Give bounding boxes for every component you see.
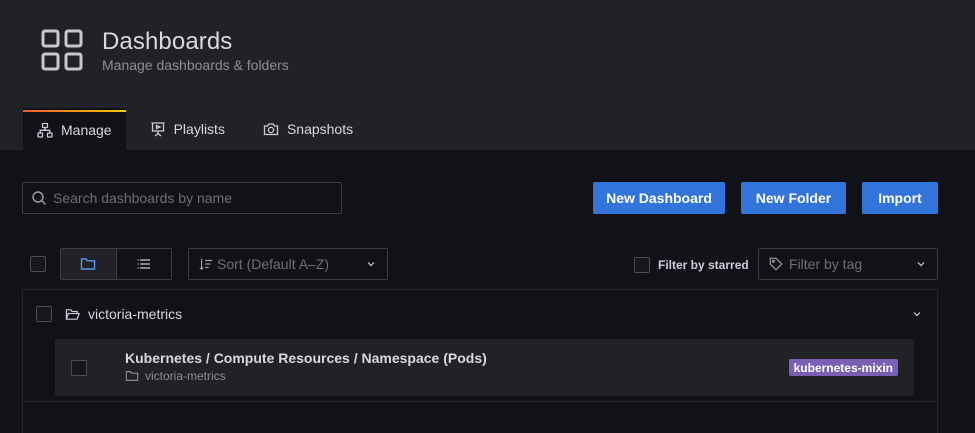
sort-icon [199, 258, 213, 271]
folder-checkbox[interactable] [36, 306, 52, 322]
divider [23, 401, 937, 402]
folder-open-icon [65, 308, 80, 320]
dashboard-folder: victoria-metrics [125, 369, 226, 383]
camera-icon [263, 123, 279, 136]
dashboard-folder-label: victoria-metrics [145, 369, 226, 383]
tab-playlists[interactable]: Playlists [136, 108, 239, 150]
chevron-down-icon [917, 262, 925, 267]
page-title: Dashboards [102, 28, 233, 55]
page-header: Dashboards Manage dashboards & folders M… [0, 0, 975, 150]
dashboard-list: victoria-metrics Kubernetes / Compute Re… [22, 289, 938, 433]
tab-snapshots-label: Snapshots [286, 121, 354, 137]
tag-filter-select[interactable]: Filter by tag [758, 248, 938, 280]
filter-starred-checkbox[interactable] [634, 257, 650, 273]
search-input[interactable] [47, 190, 341, 206]
tab-playlists-label: Playlists [173, 121, 225, 137]
folder-icon [125, 371, 139, 381]
filter-starred-label: Filter by starred [658, 258, 749, 272]
dashboard-title[interactable]: Kubernetes / Compute Resources / Namespa… [125, 350, 487, 366]
dashboard-checkbox[interactable] [71, 360, 87, 376]
tab-snapshots[interactable]: Snapshots [249, 108, 367, 150]
search-icon [32, 191, 46, 205]
search-field[interactable] [22, 182, 342, 214]
sort-label: Sort (Default A–Z) [217, 256, 330, 272]
tag-badge[interactable]: kubernetes-mixin [788, 359, 898, 376]
folder-row[interactable]: victoria-metrics [23, 290, 937, 338]
dashboard-grid-icon [41, 29, 83, 71]
new-dashboard-button[interactable]: New Dashboard [593, 182, 725, 214]
folder-name: victoria-metrics [88, 306, 183, 322]
tag-filter-label: Filter by tag [789, 256, 863, 272]
filter-starred[interactable]: Filter by starred [634, 257, 749, 273]
tab-manage-label: Manage [61, 122, 112, 138]
list-icon [137, 259, 150, 269]
layout-toggle [60, 248, 172, 280]
presentation-icon [151, 122, 165, 137]
sitemap-icon [37, 122, 53, 138]
tag-icon [769, 257, 783, 271]
list-view-button[interactable] [117, 249, 172, 279]
import-button[interactable]: Import [862, 182, 938, 214]
dashboard-row[interactable]: Kubernetes / Compute Resources / Namespa… [55, 339, 914, 396]
chevron-down-icon[interactable] [911, 308, 923, 320]
chevron-down-icon [367, 262, 375, 267]
folder-view-button[interactable] [61, 249, 117, 279]
page-subtitle: Manage dashboards & folders [102, 57, 289, 73]
select-all-checkbox[interactable] [30, 256, 46, 272]
sort-select[interactable]: Sort (Default A–Z) [188, 248, 388, 280]
tab-bar: Manage Playlists Snapshots [23, 108, 377, 150]
folder-icon [81, 258, 96, 270]
new-folder-button[interactable]: New Folder [741, 182, 846, 214]
tab-manage[interactable]: Manage [23, 108, 126, 150]
